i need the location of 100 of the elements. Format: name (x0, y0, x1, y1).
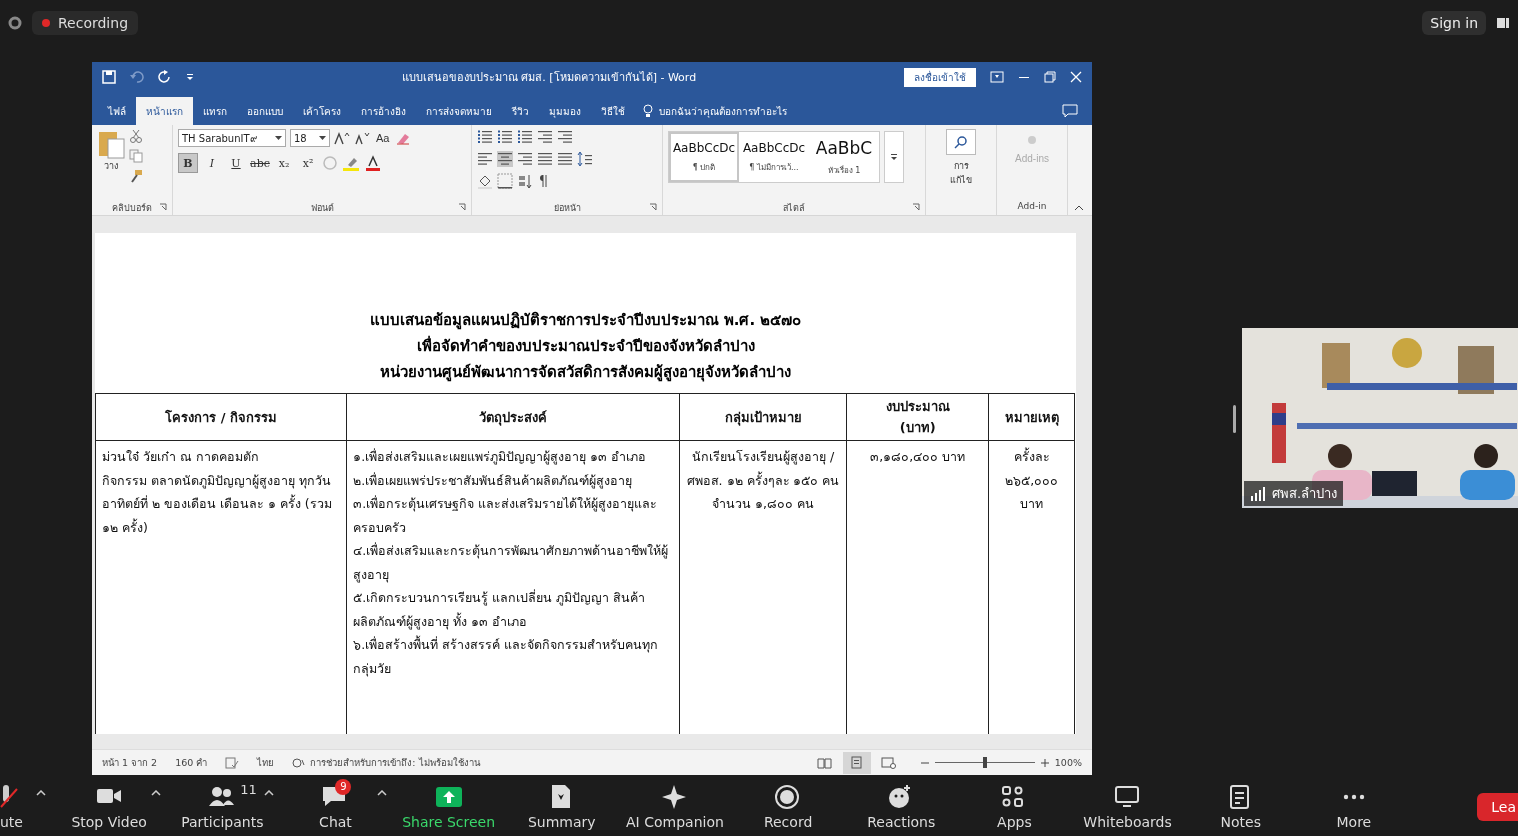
bullets-icon[interactable] (477, 129, 493, 145)
accessibility-status[interactable]: การช่วยสำหรับการเข้าถึง: ไม่พร้อมใช้งาน (310, 755, 480, 770)
format-button[interactable]: x² (298, 153, 318, 173)
ribbon-tab[interactable]: แทรก (193, 97, 237, 125)
ribbon-tab[interactable]: รีวิว (502, 97, 539, 125)
ribbon-tab[interactable]: มุมมอง (539, 97, 591, 125)
dialog-launcher-icon[interactable] (649, 203, 657, 211)
column-header: วัตถุประสงค์ (479, 409, 548, 425)
settings-icon[interactable] (8, 15, 22, 30)
distributed-icon[interactable] (557, 151, 573, 167)
align-center-icon[interactable] (497, 151, 513, 167)
column-header: กลุ่มเป้าหมาย (724, 409, 802, 425)
format-button[interactable]: U (226, 153, 246, 173)
shading-icon[interactable] (477, 173, 493, 189)
panel-icon[interactable] (1496, 15, 1510, 30)
toolbar-button[interactable]: Record (734, 777, 843, 834)
format-button[interactable]: x₂ (274, 153, 294, 173)
leave-button[interactable]: Lea (1477, 793, 1518, 821)
align-right-icon[interactable] (517, 151, 533, 167)
numbering-icon[interactable] (497, 129, 513, 145)
ribbon-tab[interactable]: การส่งจดหมาย (416, 97, 502, 125)
change-case-button[interactable]: Aa (374, 132, 392, 144)
toolbar-button[interactable]: AI Companion (620, 777, 729, 834)
toolbar-button[interactable]: Apps (960, 777, 1069, 834)
decrease-indent-icon[interactable] (537, 129, 553, 145)
style-option[interactable]: AaBbC หัวเรื่อง 1 (809, 132, 879, 182)
multilevel-list-icon[interactable] (517, 129, 533, 145)
undo-icon[interactable] (130, 70, 144, 84)
ribbon-tab[interactable]: วิธีใช้ (591, 97, 635, 125)
justify-icon[interactable] (537, 151, 553, 167)
toolbar-button[interactable]: 9 Chat (281, 777, 390, 834)
format-button[interactable]: B (178, 153, 198, 173)
grow-font-icon[interactable] (334, 131, 350, 145)
page-count[interactable]: หน้า 1 จาก 2 (102, 755, 158, 770)
accessibility-icon[interactable] (292, 756, 307, 769)
style-option[interactable]: AaBbCcDc ¶ ปกติ (669, 132, 739, 182)
language-indicator[interactable]: ไทย (257, 755, 275, 770)
format-painter-icon[interactable] (129, 169, 143, 183)
ribbon-options-icon[interactable] (990, 71, 1004, 83)
restore-icon[interactable] (1044, 71, 1056, 83)
resize-handle[interactable] (1233, 405, 1236, 433)
table-cell: ม่วนใจ๋ วัยเก๋า ณ กาดคอมตัก กิจกรรม ตลาดนัดภูมิปัญญาผู้สูงอายุ ทุกวันอาทิตย์ที่ ๒ ของเดือน เดือนละ ๑ ครั้ง (รวม ๑๒ ครั้ง) (95, 440, 347, 734)
shrink-font-icon[interactable] (354, 131, 370, 145)
paste-button[interactable]: วาง (97, 129, 125, 201)
style-option[interactable]: AaBbCcDc ¶ ไม่มีการเว้... (739, 132, 809, 182)
sort-icon[interactable] (517, 173, 533, 189)
zoom-level[interactable]: 100% (1054, 757, 1082, 768)
toolbar-button[interactable]: 11 Participants (168, 777, 277, 834)
collapse-ribbon-icon[interactable] (1074, 205, 1084, 211)
column-header: หมายเหตุ (1004, 409, 1059, 425)
comment-icon[interactable] (1062, 104, 1078, 118)
toolbar-button[interactable]: ute (0, 777, 50, 834)
borders-icon[interactable] (497, 173, 513, 189)
ribbon-tab[interactable]: การอ้างอิง (351, 97, 416, 125)
toolbar-button[interactable]: Reactions (847, 777, 956, 834)
toolbar-button[interactable]: Notes (1186, 777, 1295, 834)
caret-icon[interactable] (151, 789, 162, 796)
toolbar-button[interactable]: Summary (507, 777, 616, 834)
view-button[interactable] (842, 751, 871, 774)
increase-indent-icon[interactable] (557, 129, 573, 145)
dialog-launcher-icon[interactable] (159, 203, 167, 211)
toolbar-button[interactable]: Share Screen (394, 777, 503, 834)
cut-icon[interactable] (129, 129, 143, 143)
ribbon-tab[interactable]: หน้าแรก (136, 97, 193, 125)
zoom-slider-thumb[interactable] (982, 757, 987, 768)
tell-me-search[interactable]: บอกฉันว่าคุณต้องการทำอะไร (659, 103, 787, 119)
editing-button[interactable]: การ แก้ไข (946, 129, 976, 215)
caret-icon[interactable] (377, 789, 388, 796)
close-icon[interactable] (1070, 71, 1082, 83)
font-size-field[interactable]: 18 (290, 129, 330, 147)
zoom-in-icon[interactable] (1040, 758, 1049, 767)
sign-in-button[interactable]: ลงชื่อเข้าใช้ (904, 67, 976, 87)
word-count[interactable]: 160 คำ (175, 755, 208, 770)
caret-icon[interactable] (264, 789, 275, 796)
dialog-launcher-icon[interactable] (912, 203, 920, 211)
document-heading: แบบเสนอข้อมูลแผนปฏิบัติราชการประจำปีงบประมาณ พ.ศ. ๒๕๗๐ (368, 310, 803, 332)
format-button[interactable]: abc (250, 153, 270, 173)
ribbon-tab[interactable]: ออกแบบ (237, 97, 293, 125)
format-button[interactable]: I (202, 153, 222, 173)
font-color-icon[interactable] (364, 155, 382, 171)
pilcrow-icon[interactable] (537, 173, 549, 189)
ribbon-tab[interactable]: ไฟล์ (98, 97, 136, 125)
caret-icon[interactable] (36, 789, 46, 796)
toolbar-button[interactable]: Stop Video (55, 777, 164, 834)
proofing-icon[interactable] (225, 756, 240, 769)
group-label: ย่อหน้า (553, 202, 581, 215)
line-spacing-icon[interactable] (577, 151, 593, 167)
dropdown-caret-icon (319, 135, 326, 141)
redo-icon[interactable] (158, 70, 172, 84)
align-left-icon[interactable] (477, 151, 493, 167)
toolbar-button[interactable]: Whiteboards (1073, 777, 1182, 834)
toolbar-button[interactable]: More (1299, 777, 1408, 834)
column-header: งบประมาณ (บาท) (884, 398, 951, 437)
more-icon (1342, 793, 1365, 800)
dialog-launcher-icon[interactable] (458, 203, 466, 211)
ribbon-tab[interactable]: เค้าโครง (293, 97, 351, 125)
customize-caret-icon[interactable] (186, 73, 194, 81)
save-icon[interactable] (102, 70, 116, 84)
sign-in-button[interactable]: Sign in (1422, 10, 1486, 35)
font-name-field[interactable]: TH SarabunIT๙ (178, 129, 286, 147)
